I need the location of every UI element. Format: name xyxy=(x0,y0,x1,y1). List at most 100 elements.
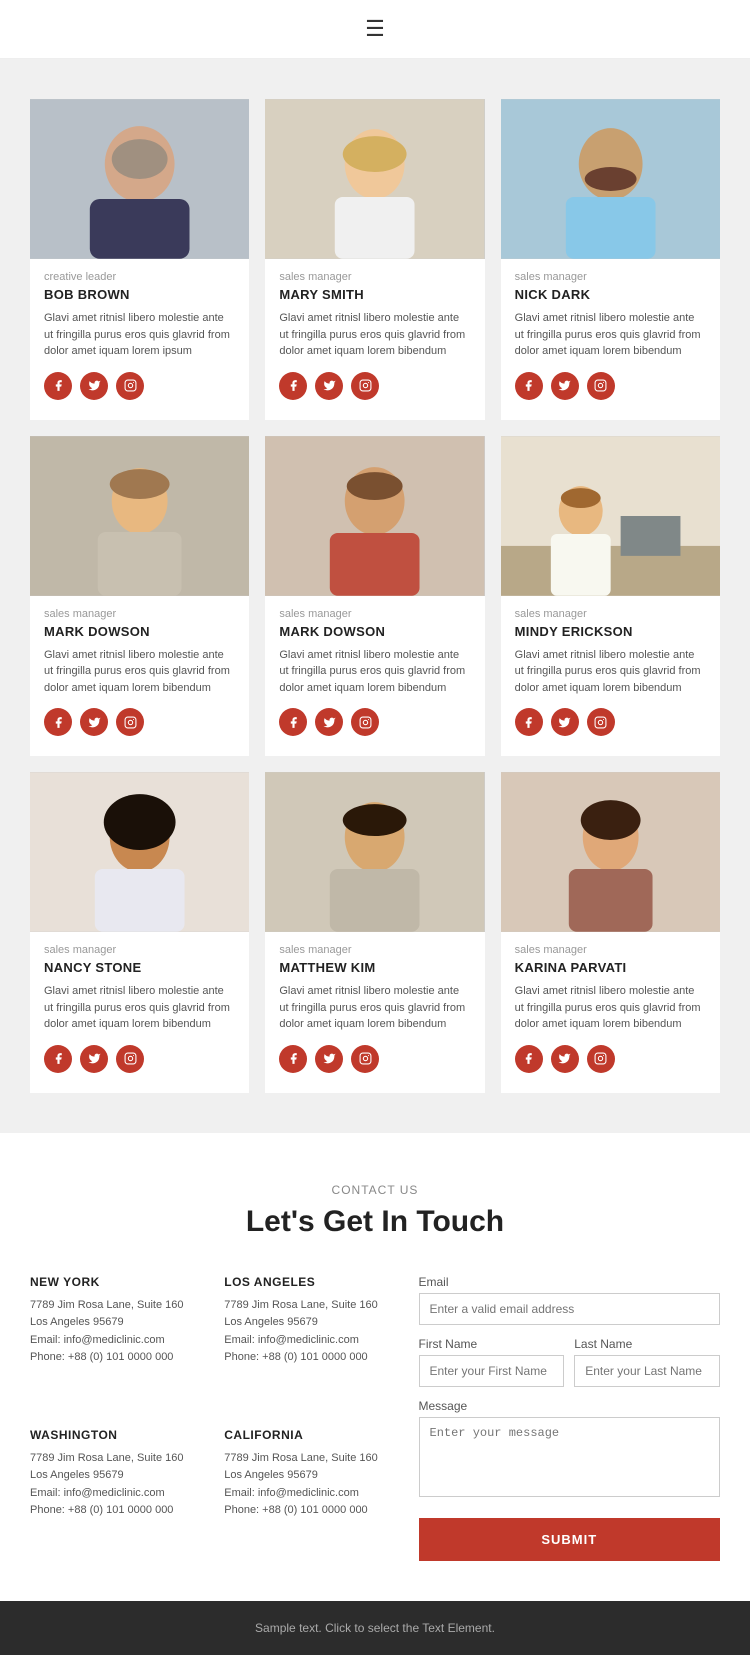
facebook-button[interactable] xyxy=(279,708,307,736)
menu-icon[interactable]: ☰ xyxy=(365,16,385,42)
team-section: creative leader BOB BROWN Glavi amet rit… xyxy=(0,59,750,1133)
city-name: CALIFORNIA xyxy=(224,1428,398,1442)
member-name: MATTHEW KIM xyxy=(279,960,470,975)
twitter-button[interactable] xyxy=(315,708,343,736)
instagram-button[interactable] xyxy=(587,1045,615,1073)
facebook-button[interactable] xyxy=(515,1045,543,1073)
member-role: sales manager xyxy=(515,944,706,956)
facebook-button[interactable] xyxy=(44,372,72,400)
member-photo xyxy=(501,99,720,259)
twitter-button[interactable] xyxy=(315,1045,343,1073)
social-icons xyxy=(30,372,249,400)
contact-label: CONTACT US xyxy=(30,1183,720,1197)
card-body: creative leader BOB BROWN Glavi amet rit… xyxy=(30,259,249,360)
facebook-button[interactable] xyxy=(279,1045,307,1073)
last-name-input[interactable] xyxy=(574,1355,720,1387)
footer-text: Sample text. Click to select the Text El… xyxy=(255,1621,495,1635)
card-body: sales manager MARK DOWSON Glavi amet rit… xyxy=(30,596,249,697)
facebook-button[interactable] xyxy=(44,708,72,736)
member-photo xyxy=(265,436,484,596)
address-text: 7789 Jim Rosa Lane, Suite 160Los Angeles… xyxy=(224,1450,398,1520)
member-desc: Glavi amet ritnisl libero molestie ante … xyxy=(515,647,706,697)
team-card: sales manager MARK DOWSON Glavi amet rit… xyxy=(30,436,249,757)
member-name: KARINA PARVATI xyxy=(515,960,706,975)
city-name: WASHINGTON xyxy=(30,1428,204,1442)
contact-title: Let's Get In Touch xyxy=(30,1205,720,1239)
message-label: Message xyxy=(419,1399,721,1413)
instagram-button[interactable] xyxy=(116,1045,144,1073)
card-body: sales manager MINDY ERICKSON Glavi amet … xyxy=(501,596,720,697)
twitter-button[interactable] xyxy=(315,372,343,400)
team-card: sales manager MARY SMITH Glavi amet ritn… xyxy=(265,99,484,420)
facebook-button[interactable] xyxy=(279,372,307,400)
facebook-button[interactable] xyxy=(44,1045,72,1073)
twitter-button[interactable] xyxy=(80,708,108,736)
twitter-button[interactable] xyxy=(80,372,108,400)
email-input[interactable] xyxy=(419,1293,721,1325)
member-role: sales manager xyxy=(515,271,706,283)
member-photo xyxy=(30,99,249,259)
first-name-group: First Name xyxy=(419,1337,565,1387)
last-name-group: Last Name xyxy=(574,1337,720,1387)
contact-addresses: NEW YORK 7789 Jim Rosa Lane, Suite 160Lo… xyxy=(30,1275,399,1561)
team-card: sales manager MARK DOWSON Glavi amet rit… xyxy=(265,436,484,757)
first-name-input[interactable] xyxy=(419,1355,565,1387)
member-role: creative leader xyxy=(44,271,235,283)
facebook-button[interactable] xyxy=(515,708,543,736)
instagram-button[interactable] xyxy=(351,372,379,400)
member-photo xyxy=(30,772,249,932)
twitter-button[interactable] xyxy=(551,708,579,736)
address-block: CALIFORNIA 7789 Jim Rosa Lane, Suite 160… xyxy=(224,1428,398,1561)
contact-form: Email First Name Last Name Message SUBMI… xyxy=(419,1275,721,1561)
card-body: sales manager MATTHEW KIM Glavi amet rit… xyxy=(265,932,484,1033)
member-role: sales manager xyxy=(279,608,470,620)
member-name: MINDY ERICKSON xyxy=(515,624,706,639)
address-block: WASHINGTON 7789 Jim Rosa Lane, Suite 160… xyxy=(30,1428,204,1561)
social-icons xyxy=(501,1045,720,1073)
email-label: Email xyxy=(419,1275,721,1289)
facebook-button[interactable] xyxy=(515,372,543,400)
card-body: sales manager MARY SMITH Glavi amet ritn… xyxy=(265,259,484,360)
social-icons xyxy=(30,1045,249,1073)
social-icons xyxy=(265,1045,484,1073)
member-desc: Glavi amet ritnisl libero molestie ante … xyxy=(279,983,470,1033)
member-desc: Glavi amet ritnisl libero molestie ante … xyxy=(279,647,470,697)
twitter-button[interactable] xyxy=(551,372,579,400)
member-photo xyxy=(30,436,249,596)
social-icons xyxy=(30,708,249,736)
city-name: NEW YORK xyxy=(30,1275,204,1289)
contact-section: CONTACT US Let's Get In Touch NEW YORK 7… xyxy=(0,1133,750,1601)
member-desc: Glavi amet ritnisl libero molestie ante … xyxy=(44,647,235,697)
instagram-button[interactable] xyxy=(351,1045,379,1073)
twitter-button[interactable] xyxy=(80,1045,108,1073)
twitter-button[interactable] xyxy=(551,1045,579,1073)
address-text: 7789 Jim Rosa Lane, Suite 160Los Angeles… xyxy=(30,1297,204,1367)
member-role: sales manager xyxy=(44,608,235,620)
instagram-button[interactable] xyxy=(587,372,615,400)
team-card: sales manager NANCY STONE Glavi amet rit… xyxy=(30,772,249,1093)
member-photo xyxy=(501,436,720,596)
team-card: sales manager MATTHEW KIM Glavi amet rit… xyxy=(265,772,484,1093)
member-photo xyxy=(265,99,484,259)
city-name: LOS ANGELES xyxy=(224,1275,398,1289)
social-icons xyxy=(501,708,720,736)
message-input[interactable] xyxy=(419,1417,721,1497)
instagram-button[interactable] xyxy=(587,708,615,736)
member-desc: Glavi amet ritnisl libero molestie ante … xyxy=(44,310,235,360)
team-card: sales manager KARINA PARVATI Glavi amet … xyxy=(501,772,720,1093)
member-name: MARK DOWSON xyxy=(44,624,235,639)
member-role: sales manager xyxy=(515,608,706,620)
card-body: sales manager NICK DARK Glavi amet ritni… xyxy=(501,259,720,360)
contact-content: NEW YORK 7789 Jim Rosa Lane, Suite 160Lo… xyxy=(30,1275,720,1561)
member-name: NANCY STONE xyxy=(44,960,235,975)
instagram-button[interactable] xyxy=(116,372,144,400)
member-name: MARY SMITH xyxy=(279,287,470,302)
footer: Sample text. Click to select the Text El… xyxy=(0,1601,750,1655)
address-block: LOS ANGELES 7789 Jim Rosa Lane, Suite 16… xyxy=(224,1275,398,1408)
member-name: MARK DOWSON xyxy=(279,624,470,639)
name-row: First Name Last Name xyxy=(419,1337,721,1399)
member-desc: Glavi amet ritnisl libero molestie ante … xyxy=(44,983,235,1033)
instagram-button[interactable] xyxy=(116,708,144,736)
submit-button[interactable]: SUBMIT xyxy=(419,1518,721,1561)
instagram-button[interactable] xyxy=(351,708,379,736)
